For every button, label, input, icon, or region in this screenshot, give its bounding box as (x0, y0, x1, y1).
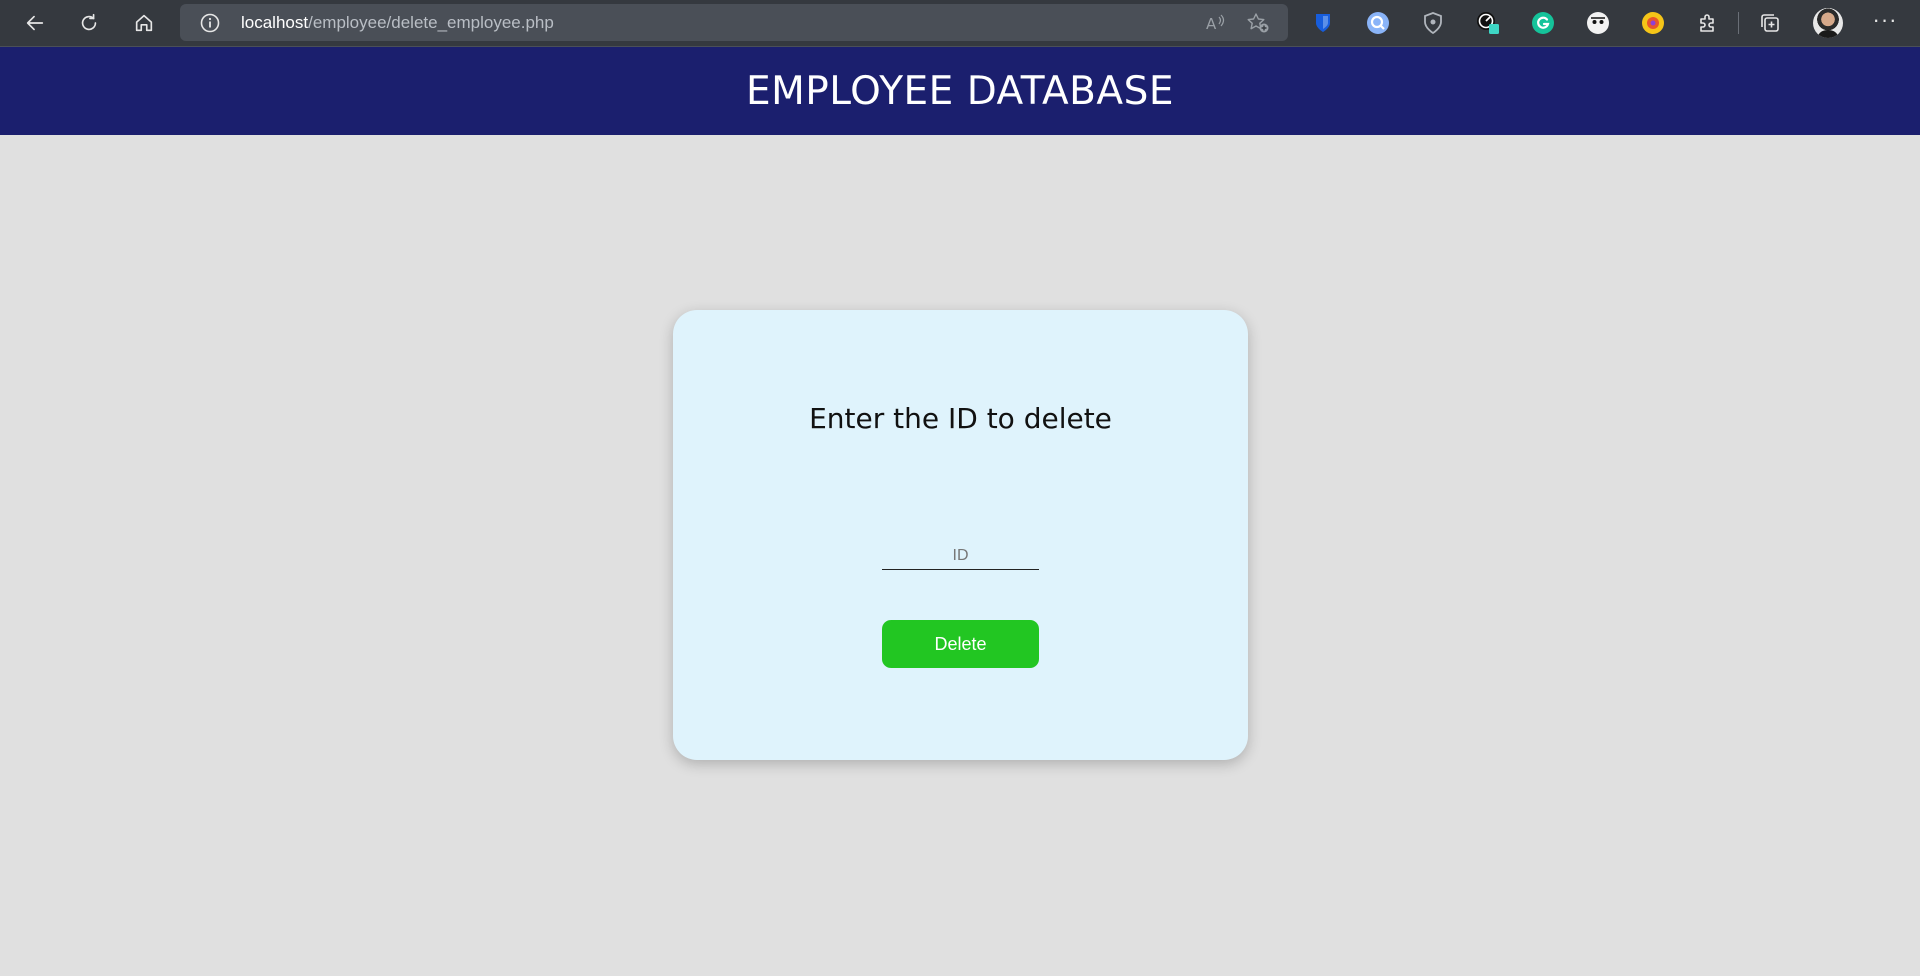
shield-extension[interactable] (1420, 10, 1446, 36)
shield-extension-icon (1424, 12, 1442, 35)
toolbar-divider (1738, 12, 1739, 34)
svg-text:A: A (1206, 15, 1217, 33)
bitwarden-extension[interactable] (1310, 10, 1336, 36)
bitwarden-icon (1316, 14, 1330, 32)
card-title: Enter the ID to delete (809, 402, 1112, 435)
delete-employee-card: Enter the ID to delete Delete (673, 310, 1248, 760)
color-extension[interactable] (1640, 10, 1666, 36)
read-aloud-icon[interactable]: A (1204, 12, 1226, 34)
extensions-button[interactable] (1695, 10, 1721, 36)
speed-extension-icon (1477, 12, 1499, 34)
speed-extension[interactable] (1475, 10, 1501, 36)
page-title: EMPLOYEE DATABASE (745, 68, 1175, 114)
refresh-icon (81, 13, 97, 31)
grammarly-icon (1532, 12, 1554, 34)
search-extension[interactable] (1365, 10, 1391, 36)
url-text[interactable]: localhost/employee/delete_employee.php (241, 4, 554, 41)
url-path: /employee/delete_employee.php (308, 13, 554, 32)
page-header: EMPLOYEE DATABASE (0, 47, 1920, 135)
collections-button[interactable] (1757, 10, 1783, 36)
grammarly-extension[interactable] (1530, 10, 1556, 36)
search-extension-icon (1367, 12, 1389, 34)
refresh-button[interactable] (72, 6, 106, 40)
face-extension[interactable] (1585, 10, 1611, 36)
home-button[interactable] (127, 6, 161, 40)
face-extension-icon (1587, 12, 1609, 34)
more-icon[interactable]: ··· (1870, 8, 1900, 38)
id-input[interactable] (882, 542, 1039, 570)
address-bar[interactable]: localhost/employee/delete_employee.php A (180, 4, 1288, 41)
collections-icon (1761, 14, 1779, 32)
info-icon[interactable] (200, 13, 220, 33)
color-extension-icon (1642, 12, 1664, 34)
delete-button[interactable]: Delete (882, 620, 1039, 668)
extensions-puzzle-icon (1700, 14, 1714, 32)
url-host: localhost (241, 13, 309, 32)
back-icon (26, 15, 44, 31)
favorites-icon[interactable] (1246, 12, 1270, 34)
browser-toolbar: localhost/employee/delete_employee.php A… (0, 0, 1920, 47)
home-icon (135, 14, 153, 32)
back-button[interactable] (18, 6, 52, 40)
profile-avatar[interactable] (1813, 8, 1843, 38)
